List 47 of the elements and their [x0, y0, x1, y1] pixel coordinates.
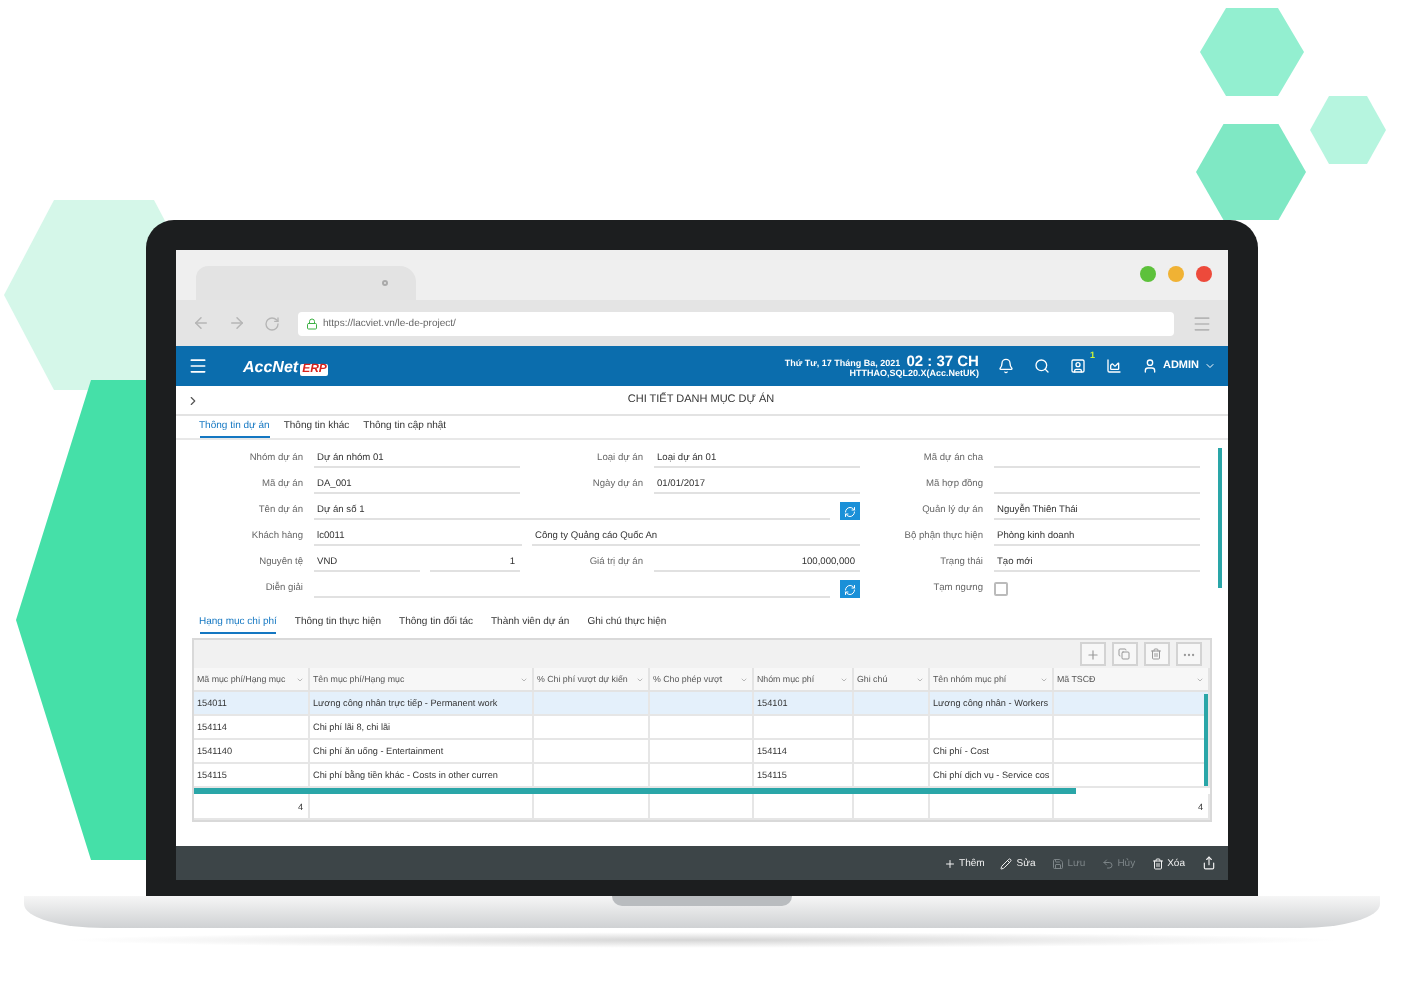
back-icon[interactable]: [191, 314, 209, 332]
export-button[interactable]: [1201, 856, 1215, 870]
save-icon: [1051, 857, 1064, 869]
delete-button[interactable]: [1143, 642, 1169, 666]
refresh-icon: [843, 583, 855, 595]
search-icon[interactable]: [1034, 358, 1051, 374]
hexagon-decoration: [1196, 124, 1306, 220]
menu-icon[interactable]: [187, 356, 207, 376]
window-dot-icon[interactable]: [1139, 266, 1155, 282]
reload-icon[interactable]: [263, 315, 279, 331]
refresh-icon: [843, 505, 855, 517]
refresh-button[interactable]: [839, 502, 859, 520]
chevron-down-icon: [1203, 360, 1215, 372]
hexagon-decoration: [1200, 8, 1304, 96]
more-button[interactable]: [1175, 642, 1201, 666]
table-cell: [929, 794, 1053, 820]
tab-dot-icon: [381, 280, 387, 286]
contact-icon[interactable]: [1070, 358, 1087, 374]
table-cell: [649, 794, 753, 820]
undo-icon: [1101, 857, 1114, 869]
table-cell: [853, 794, 929, 820]
bell-icon[interactable]: [998, 358, 1015, 374]
delete-icon: [1151, 857, 1164, 869]
window-dot-icon[interactable]: [1195, 266, 1211, 282]
edit-icon: [1000, 857, 1013, 869]
table-cell: [753, 794, 853, 820]
hexagon-decoration: [1310, 96, 1386, 164]
checkbox[interactable]: [993, 582, 1007, 596]
table-cell: [533, 794, 649, 820]
chevron-icon[interactable]: [185, 393, 199, 407]
scrollbar[interactable]: [1217, 448, 1221, 588]
copy-button[interactable]: [1111, 642, 1137, 666]
scrollbar[interactable]: [193, 788, 1077, 794]
add-icon: [943, 857, 956, 869]
lock-icon: [305, 317, 317, 329]
trash-icon: [1150, 648, 1162, 660]
scrollbar[interactable]: [1203, 694, 1207, 786]
browser-tab[interactable]: [195, 266, 415, 300]
user-icon: [1142, 358, 1159, 374]
share-icon: [1201, 856, 1215, 870]
forward-icon[interactable]: [227, 314, 245, 332]
plus-icon: [1085, 647, 1099, 661]
refresh-button[interactable]: [839, 580, 859, 598]
window-dot-icon[interactable]: [1167, 266, 1183, 282]
copy-icon: [1118, 648, 1130, 660]
chart-icon[interactable]: [1106, 358, 1123, 374]
add-button[interactable]: [1079, 642, 1105, 666]
